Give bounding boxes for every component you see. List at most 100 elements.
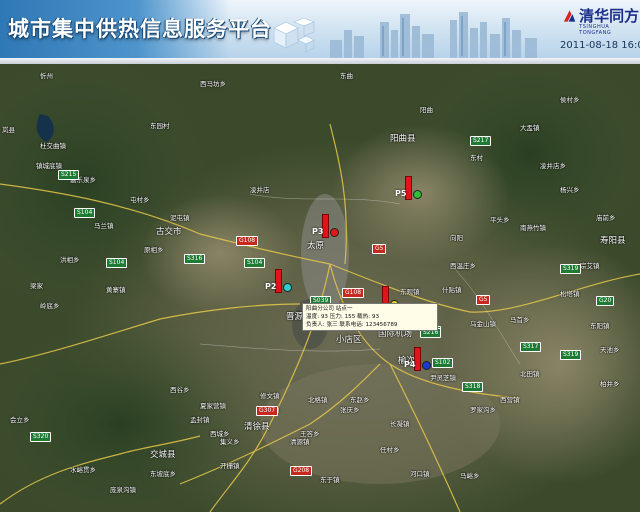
- road-shield: S320: [30, 432, 52, 442]
- small-place-label: 尹灵芝镇: [430, 374, 456, 382]
- small-place-label: 北田镇: [520, 370, 540, 378]
- place-xinzhou: 忻州: [40, 72, 53, 80]
- small-place-label: 水峪贯乡: [70, 466, 96, 474]
- road-shield: G5: [372, 244, 387, 254]
- small-place-label: 向阳: [450, 234, 463, 242]
- small-place-label: 镇城底镇: [36, 162, 62, 170]
- small-place-label: 庙前乡: [596, 214, 616, 222]
- station-marker-p3[interactable]: P3: [312, 214, 342, 240]
- small-place-label: 杜交曲镇: [40, 142, 66, 150]
- road-shield: S104: [244, 258, 266, 268]
- road-shield: S319: [560, 264, 582, 274]
- station-status-dot: [283, 283, 292, 292]
- station-label: P5: [395, 189, 407, 198]
- place-yangqu: 阳曲县: [390, 134, 416, 144]
- small-place-label: 马峪乡: [460, 472, 480, 480]
- small-place-label: 修文镇: [260, 392, 280, 400]
- tongfang-logo: 清华同方 TSINGHUA TONGFANG: [562, 8, 640, 36]
- station-status-dot: [422, 361, 431, 370]
- road-shield: G108: [236, 236, 259, 246]
- road-shield: S104: [106, 258, 128, 268]
- small-place-label: 平头乡: [490, 216, 510, 224]
- small-place-label: 东阳镇: [590, 322, 610, 330]
- logo-subtext: TSINGHUA TONGFANG: [579, 24, 612, 36]
- small-place-label: 张庆乡: [340, 406, 360, 414]
- small-place-label: 西温庄乡: [450, 262, 476, 270]
- small-place-label: 马兰镇: [94, 222, 114, 230]
- small-place-label: 东于镇: [320, 476, 340, 484]
- station-marker-p2[interactable]: P2: [265, 269, 295, 295]
- small-place-label: 什贴镇: [442, 286, 462, 294]
- current-datetime: 2011-08-18 16:0: [560, 40, 640, 51]
- small-place-label: 天池乡: [600, 346, 620, 354]
- app-title: 城市集中供热信息服务平台: [8, 17, 272, 41]
- road-shield: S104: [74, 208, 96, 218]
- place-xiaodian: 小店区: [336, 335, 362, 345]
- small-place-label: 凌井店乡: [540, 162, 566, 170]
- small-place-label: 夏家营镇: [200, 402, 226, 410]
- road-shield: S215: [58, 170, 80, 180]
- small-place-label: 阳曲: [420, 106, 433, 114]
- station-label: P2: [265, 282, 277, 291]
- place-taiyuan: 太原: [307, 241, 325, 251]
- small-place-label: 乌金山镇: [470, 320, 496, 328]
- place-jiaocheng: 交城县: [150, 450, 176, 460]
- station-status-dot: [413, 190, 422, 199]
- small-place-label: 黄寨镇: [106, 286, 126, 294]
- road-shield: G5: [476, 295, 491, 305]
- small-place-label: 罗家沟乡: [470, 406, 496, 414]
- small-place-label: 南燕竹镇: [520, 224, 546, 232]
- small-place-label: 清源镇: [290, 438, 310, 446]
- station-marker-p5[interactable]: P5: [395, 176, 425, 202]
- small-place-label: 马首乡: [510, 316, 530, 324]
- small-place-label: 庞泉沟镇: [110, 486, 136, 494]
- small-place-label: 大盂镇: [520, 124, 540, 132]
- popup-readings: 温度: 93 压力: 155 载热: 93: [306, 314, 380, 320]
- road-shield: S319: [560, 350, 582, 360]
- logo-mark-icon: [563, 10, 576, 22]
- small-place-label: 西马坊乡: [200, 80, 226, 88]
- small-place-label: 东村: [470, 154, 483, 162]
- small-place-label: 洪相乡: [60, 256, 80, 264]
- small-place-label: 凌井店: [250, 186, 270, 194]
- small-place-label: 西谷乡: [170, 386, 190, 394]
- road-shield: G108: [342, 288, 365, 298]
- place-shouyang: 寿阳县: [600, 236, 626, 246]
- small-place-label: 孟封镇: [190, 416, 210, 424]
- small-place-label: 泥屯镇: [170, 214, 190, 222]
- station-info-popup[interactable]: 阳曲分公司 站点一 温度: 93 压力: 155 载热: 93 负责人: 张三 …: [302, 303, 438, 331]
- logo-text: 清华同方: [579, 7, 640, 25]
- small-place-label: 东观镇: [400, 288, 420, 296]
- small-place-label: 西营镇: [500, 396, 520, 404]
- station-label: P3: [312, 227, 324, 236]
- place-dongqu: 东曲: [340, 72, 353, 80]
- place-gujiao: 古交市: [156, 227, 182, 237]
- small-place-label: 宗艾镇: [580, 262, 600, 270]
- station-label: P4: [404, 360, 416, 369]
- road-shield: G20: [596, 296, 615, 306]
- small-place-label: 西城乡: [210, 430, 230, 438]
- road-shield: S317: [520, 342, 542, 352]
- header-banner: 城市集中供热信息服务平台 清华同方 TSINGHUA TONGFANG 2011…: [0, 0, 640, 58]
- small-place-label: 岭底乡: [40, 302, 60, 310]
- small-place-label: 松塔镇: [560, 290, 580, 298]
- station-status-dot: [330, 228, 339, 237]
- road-shield: S217: [470, 136, 492, 146]
- small-place-label: 东坡底乡: [150, 470, 176, 478]
- satellite-map[interactable]: 阳曲县 古交市 太原 晋源区 小店区 清徐县 交城县 榆次 寿阳县 武宿 国际机…: [0, 64, 640, 512]
- small-place-label: 侯村乡: [560, 96, 580, 104]
- small-place-label: 屯村乡: [130, 196, 150, 204]
- road-shield: S318: [462, 382, 484, 392]
- small-place-label: 杨兴乡: [560, 186, 580, 194]
- small-place-label: 东园村: [150, 122, 170, 130]
- small-place-label: 河口镇: [410, 470, 430, 478]
- small-place-label: 柏井乡: [600, 380, 620, 388]
- city-skyline-icon: [330, 12, 537, 58]
- small-place-label: 北格镇: [308, 396, 328, 404]
- small-place-label: 开栅镇: [220, 462, 240, 470]
- cubes-icon: [273, 18, 315, 53]
- station-marker-p4[interactable]: P4: [404, 347, 434, 373]
- popup-station-name: 阳曲分公司 站点一: [306, 306, 353, 312]
- road-shield: G307: [256, 406, 279, 416]
- small-place-label: 原相乡: [144, 246, 164, 254]
